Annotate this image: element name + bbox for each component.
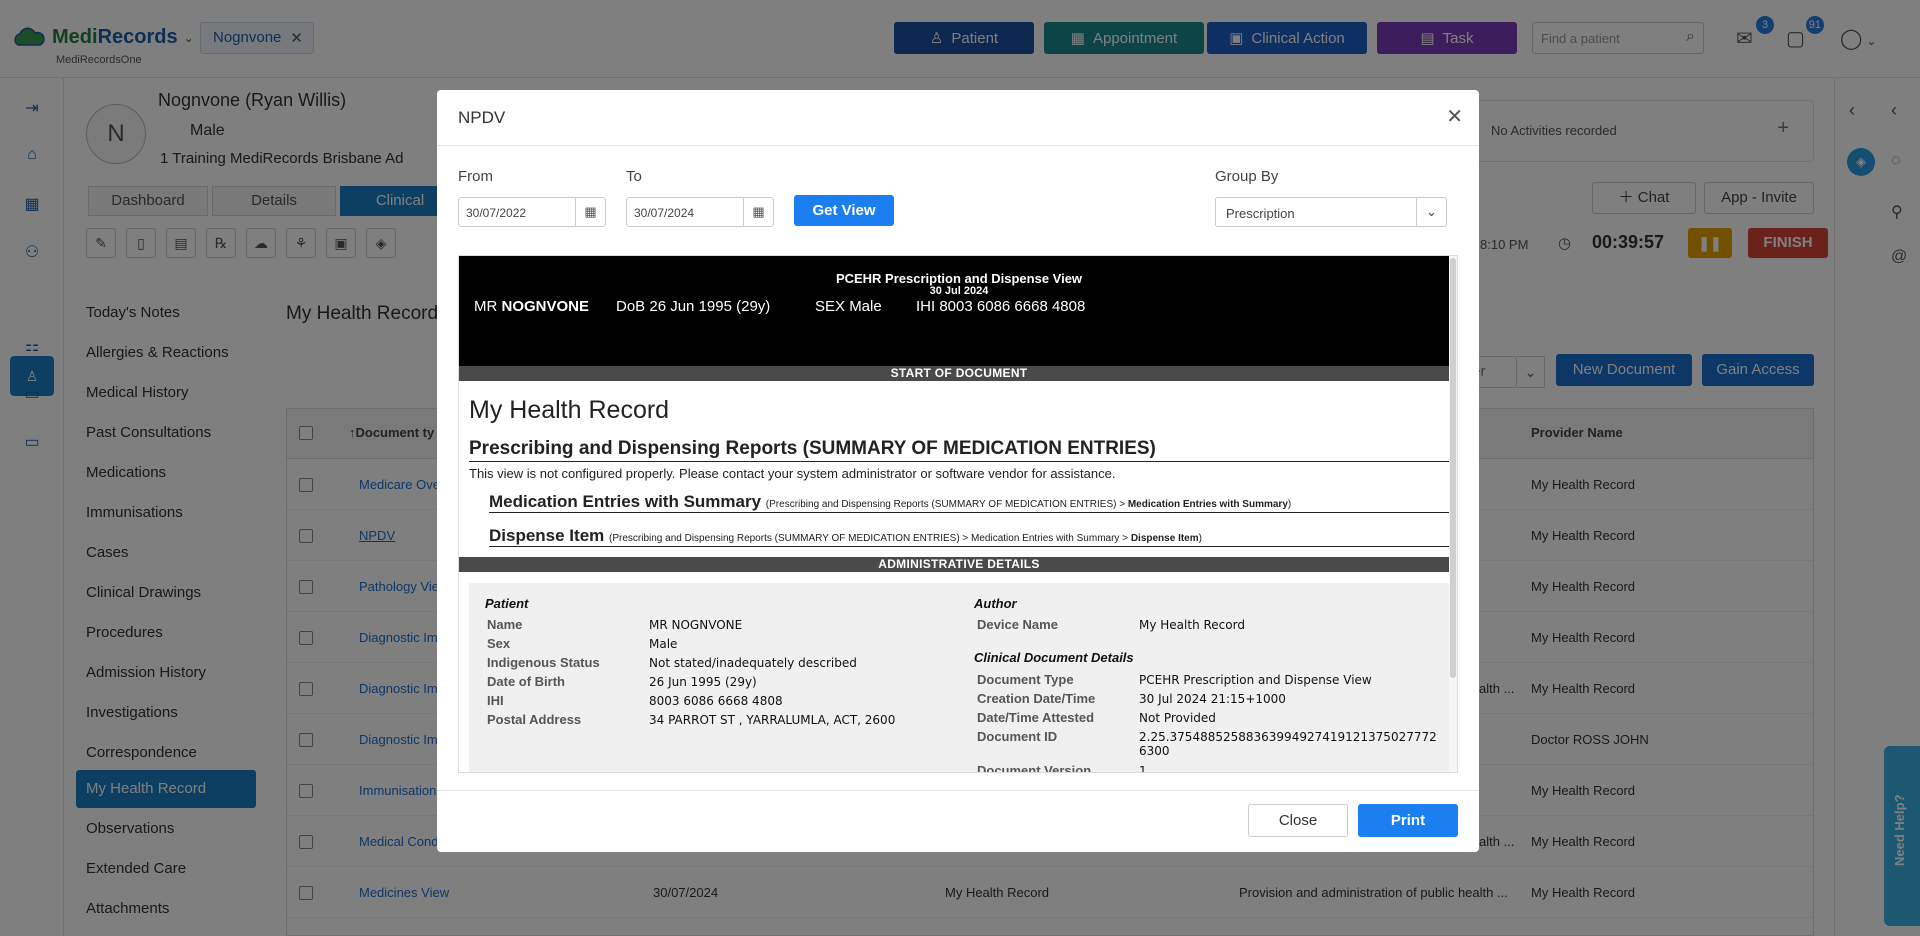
document-type-value: PCEHR Prescription and Dispense View — [1139, 673, 1372, 687]
document-title: My Health Record — [469, 396, 670, 424]
administrative-details: Patient Name MR NOGNVONE Sex Male Indige… — [469, 583, 1449, 773]
attested-label: Date/Time Attested — [977, 710, 1095, 725]
to-label: To — [626, 168, 642, 185]
close-icon[interactable]: ✕ — [1446, 104, 1463, 129]
field-value: 8003 6086 6668 4808 — [649, 694, 783, 708]
field-label: Sex — [487, 636, 511, 651]
field-label: Date of Birth — [487, 674, 565, 689]
document-header: PCEHR Prescription and Dispense View 30 … — [459, 256, 1457, 366]
field-value: MR NOGNVONE — [649, 618, 743, 632]
device-name-label: Device Name — [977, 617, 1058, 632]
document-type-label: Document Type — [977, 672, 1074, 687]
calendar-icon[interactable]: ▦ — [575, 198, 605, 226]
close-button[interactable]: Close — [1248, 804, 1348, 837]
dob-header: DoB 26 Jun 1995 (29y) — [616, 298, 771, 315]
section-heading: Prescribing and Dispensing Reports (SUMM… — [469, 438, 1449, 462]
attested-value: Not Provided — [1139, 711, 1216, 725]
group-by-select[interactable]: Prescription ⌄ — [1215, 197, 1447, 227]
document-version-value: 1 — [1139, 764, 1147, 773]
document-version-label: Document Version — [977, 763, 1092, 773]
document-header-title: PCEHR Prescription and Dispense View — [835, 271, 1083, 286]
author-section-title: Author — [974, 596, 1017, 611]
document-id-label: Document ID — [977, 729, 1058, 744]
field-label: Name — [487, 617, 523, 632]
scrollbar-thumb[interactable] — [1450, 258, 1456, 678]
group-by-label: Group By — [1215, 168, 1279, 185]
patient-name-header: MR NOGNVONE — [474, 298, 590, 315]
to-date-input[interactable]: 30/07/2024 ▦ — [626, 197, 774, 227]
chevron-down-icon[interactable]: ⌄ — [1416, 198, 1446, 226]
calendar-icon[interactable]: ▦ — [743, 198, 773, 226]
creation-date-label: Creation Date/Time — [977, 691, 1096, 706]
field-label: Postal Address — [487, 712, 582, 727]
medication-entries-heading: Medication Entries with Summary (Prescri… — [489, 492, 1449, 513]
field-label: Indigenous Status — [487, 655, 600, 670]
device-name-value: My Health Record — [1139, 618, 1245, 632]
field-value: Male — [649, 637, 678, 651]
configuration-note: This view is not configured properly. Pl… — [469, 466, 1116, 481]
from-label: From — [458, 168, 493, 185]
modal-footer-divider — [437, 790, 1479, 791]
modal-header: NPDV ✕ — [437, 90, 1479, 146]
ihi-header: IHI 8003 6086 6668 4808 — [916, 298, 1086, 315]
document-id-value-cont: 6300 — [1139, 744, 1170, 758]
from-date-input[interactable]: 30/07/2022 ▦ — [458, 197, 606, 227]
document-header-date: 30 Jul 2024 — [929, 285, 989, 297]
get-view-button[interactable]: Get View — [794, 195, 894, 226]
start-of-document-bar: START OF DOCUMENT — [459, 366, 1457, 381]
patient-section-title: Patient — [485, 596, 529, 611]
document-scrollbar[interactable] — [1449, 256, 1457, 772]
npdv-modal: NPDV ✕ From To 30/07/2022 ▦ 30/07/2024 ▦ G… — [437, 90, 1479, 852]
modal-title: NPDV — [458, 108, 506, 127]
creation-date-value: 30 Jul 2024 21:15+1000 — [1139, 692, 1286, 706]
field-value: Not stated/inadequately described — [649, 656, 857, 670]
print-button[interactable]: Print — [1358, 804, 1458, 837]
field-label: IHI — [487, 693, 504, 708]
document-id-value: 2.25.37548852588363994927419121375027772 — [1139, 730, 1437, 744]
dispense-item-heading: Dispense Item (Prescribing and Dispensin… — [489, 526, 1449, 547]
field-value: 34 PARROT ST , YARRALUMLA, ACT, 2600 — [649, 713, 896, 727]
clinical-document-section-title: Clinical Document Details — [974, 650, 1134, 665]
field-value: 26 Jun 1995 (29y) — [649, 675, 757, 689]
administrative-details-bar: ADMINISTRATIVE DETAILS — [459, 557, 1457, 572]
document-viewer[interactable]: PCEHR Prescription and Dispense View 30 … — [458, 255, 1458, 773]
sex-header: SEX Male — [815, 298, 882, 315]
